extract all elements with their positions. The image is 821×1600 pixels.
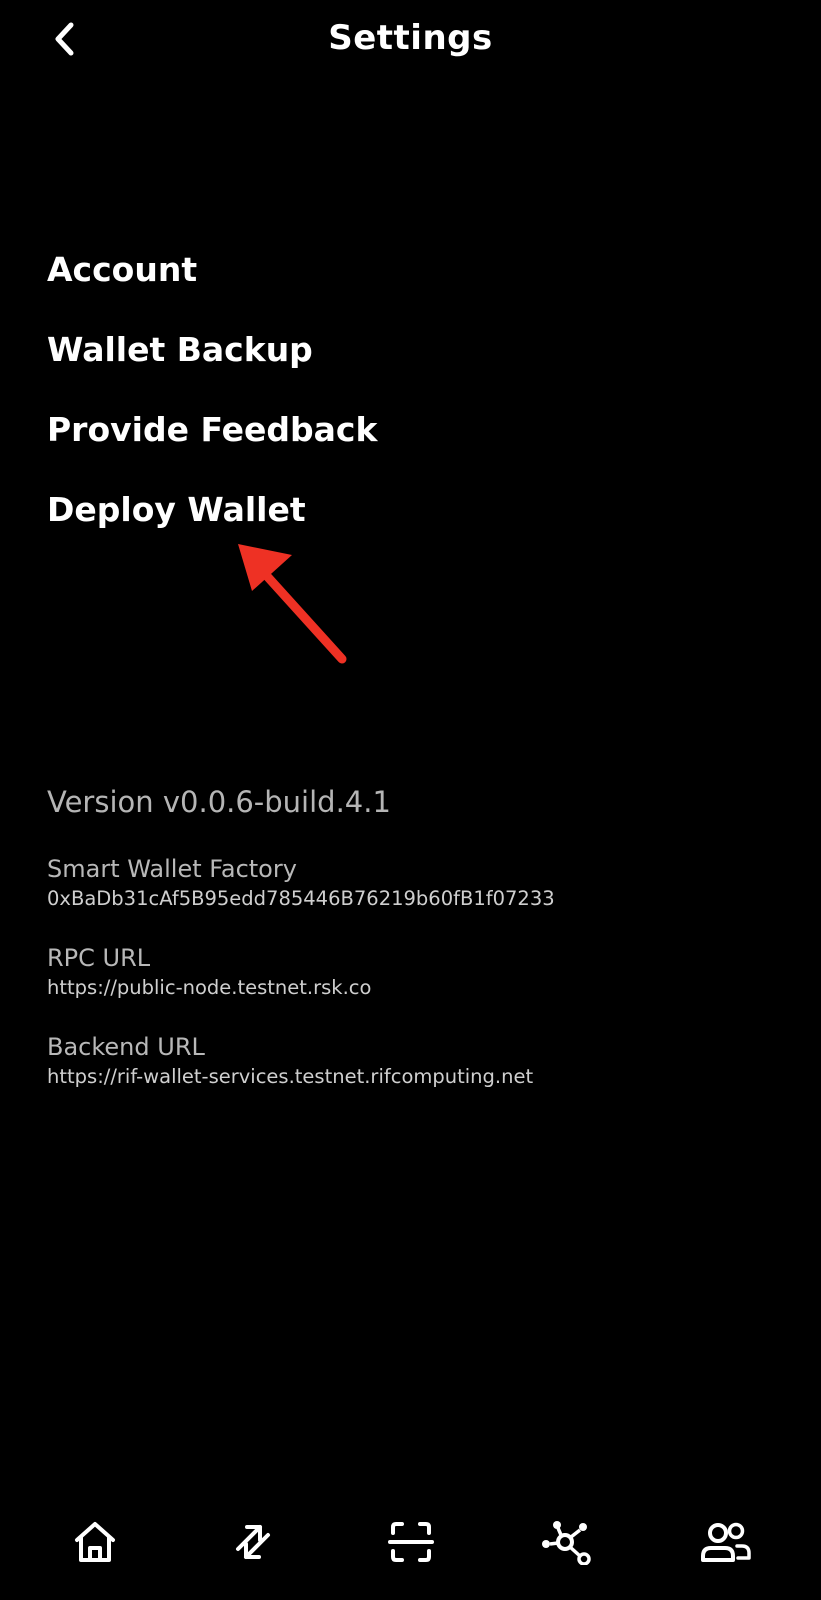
menu-item-deploy-wallet[interactable]: Deploy Wallet [47,486,747,566]
red-arrow-annotation [238,544,347,664]
tab-dapps[interactable] [539,1514,595,1570]
tab-transfer[interactable] [225,1514,281,1570]
scan-icon [388,1522,434,1562]
smart-wallet-factory-label: Smart Wallet Factory [47,855,297,883]
rpc-url-label: RPC URL [47,944,151,972]
dapps-network-icon [542,1521,591,1565]
tab-scan[interactable] [383,1514,439,1570]
tab-home[interactable] [67,1514,123,1570]
smart-wallet-factory-info: Smart Wallet Factory 0xBaDb31cAf5B95edd7… [47,854,787,943]
contacts-icon [701,1522,751,1562]
page-title: Settings [328,18,493,58]
backend-url-value: https://rif-wallet-services.testnet.rifc… [47,1065,534,1088]
transfer-icon [236,1525,270,1559]
backend-url-info: Backend URL https://rif-wallet-services.… [47,1032,787,1121]
rpc-url-value: https://public-node.testnet.rsk.co [47,976,372,999]
menu-item-wallet-backup[interactable]: Wallet Backup [47,326,747,406]
header: Settings [0,0,821,80]
tab-contacts[interactable] [698,1514,754,1570]
version-text: Version v0.0.6-build.4.1 [47,785,391,819]
bottom-tab-bar [0,1500,821,1580]
menu-item-account[interactable]: Account [47,246,747,326]
home-icon [75,1522,115,1562]
smart-wallet-factory-address: 0xBaDb31cAf5B95edd785446B76219b60fB1f072… [47,887,555,910]
menu-item-provide-feedback[interactable]: Provide Feedback [47,406,747,486]
settings-menu: Account Wallet Backup Provide Feedback D… [47,246,747,566]
backend-url-label: Backend URL [47,1033,205,1061]
rpc-url-info: RPC URL https://public-node.testnet.rsk.… [47,943,787,1032]
app-info: Version v0.0.6-build.4.1 Smart Wallet Fa… [47,782,787,1121]
